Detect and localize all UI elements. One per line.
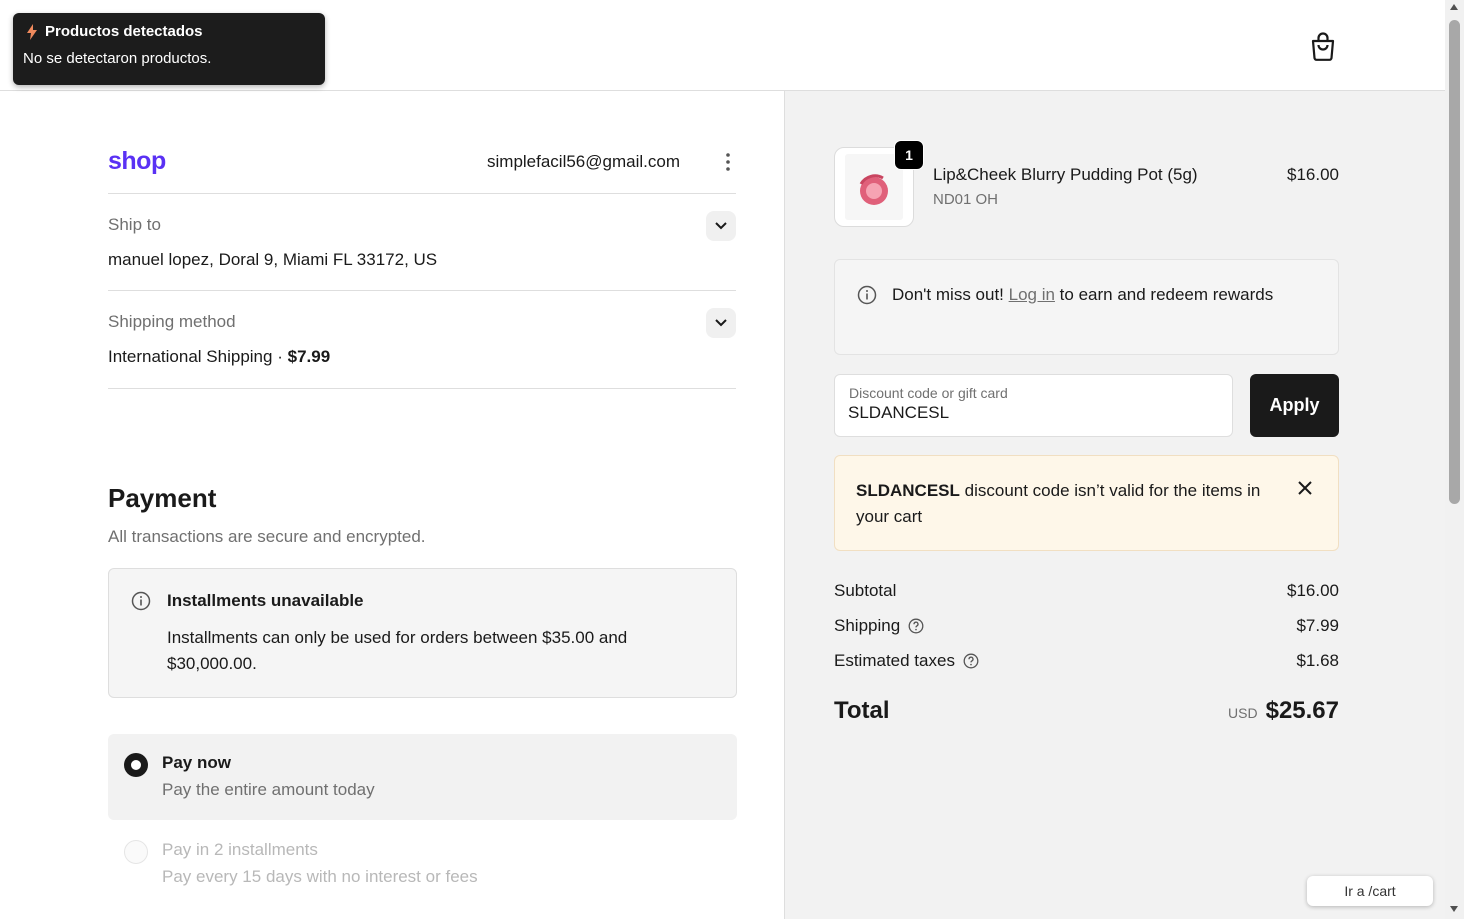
product-price: $16.00 [1287, 165, 1339, 184]
apply-discount-button[interactable]: Apply [1250, 374, 1339, 437]
option-subtitle: Pay the entire amount today [162, 780, 375, 799]
rewards-banner: Don't miss out! Log in to earn and redee… [834, 259, 1339, 355]
divider [108, 290, 736, 291]
info-icon [131, 591, 151, 611]
divider [108, 388, 736, 389]
subtotal-label: Subtotal [834, 581, 896, 601]
rewards-prefix: Don't miss out! [892, 285, 1009, 304]
shipping-method-name: International Shipping [108, 347, 273, 366]
shipping-label-text: Shipping [834, 616, 901, 635]
login-link[interactable]: Log in [1009, 285, 1055, 304]
ship-to-address: manuel lopez, Doral 9, Miami FL 33172, U… [108, 250, 438, 269]
products-detected-toast: Productos detectados No se detectaron pr… [13, 13, 325, 85]
toast-title: Productos detectados [27, 23, 315, 40]
toast-message: No se detectaron productos. [23, 50, 212, 67]
vertical-scrollbar[interactable] [1445, 0, 1464, 919]
taxes-label-text: Estimated taxes [834, 651, 955, 670]
discount-field-label: Discount code or gift card [849, 385, 1008, 401]
help-icon[interactable] [963, 653, 979, 669]
payment-option-pay-now[interactable]: Pay now Pay the entire amount today [108, 734, 737, 820]
total-value: USD $25.67 [1228, 697, 1339, 725]
option-title: Pay now [162, 753, 231, 772]
product-variant: ND01 OH [933, 191, 999, 208]
invalid-code: SLDANCESL [856, 481, 960, 500]
scrollbar-thumb[interactable] [1449, 20, 1460, 504]
help-icon[interactable] [908, 618, 924, 634]
total-amount: $25.67 [1265, 697, 1339, 724]
cart-button[interactable] [1309, 31, 1337, 61]
info-icon [857, 285, 877, 305]
installments-notice-title: Installments unavailable [167, 591, 364, 610]
chevron-down-icon [715, 222, 727, 230]
shipping-method-label: Shipping method [108, 312, 236, 331]
quantity-badge: 1 [894, 140, 924, 170]
installments-notice-text: Installments can only be used for orders… [167, 628, 628, 673]
separator: · [277, 347, 283, 366]
order-summary: 1 Lip&Cheek Blurry Pudding Pot (5g) ND01… [784, 91, 1446, 919]
discount-error-text: SLDANCESL discount code isn’t valid for … [856, 478, 1276, 530]
toast-title-text: Productos detectados [45, 23, 203, 40]
product-name: Lip&Cheek Blurry Pudding Pot (5g) [933, 165, 1198, 184]
shipping-method-expand-button[interactable] [706, 308, 736, 338]
total-label: Total [834, 697, 890, 724]
shop-logo[interactable]: shop [108, 147, 166, 176]
discount-field[interactable]: Discount code or gift card [834, 374, 1233, 437]
more-vertical-icon [726, 153, 730, 171]
divider [108, 193, 736, 194]
account-menu-button[interactable] [720, 152, 736, 172]
close-icon[interactable] [1295, 478, 1315, 498]
payment-option-installments: Pay in 2 installments Pay every 15 days … [108, 821, 737, 921]
taxes-label: Estimated taxes [834, 651, 979, 671]
subtotal-value: $16.00 [1287, 581, 1339, 600]
shipping-value: $7.99 [1296, 616, 1339, 635]
radio-selected[interactable] [124, 753, 148, 777]
subtotal-label-text: Subtotal [834, 581, 897, 600]
taxes-value: $1.68 [1296, 651, 1339, 670]
rewards-suffix: to earn and redeem rewards [1054, 285, 1274, 304]
scroll-up-arrow-icon[interactable] [1450, 4, 1458, 10]
ship-to-expand-button[interactable] [706, 211, 736, 241]
payment-subtitle: All transactions are secure and encrypte… [108, 527, 426, 546]
shipping-method-value: International Shipping · $7.99 [108, 347, 330, 367]
discount-code-input[interactable] [848, 403, 1208, 423]
chevron-down-icon [715, 319, 727, 327]
lightning-icon [27, 23, 37, 40]
radio-disabled [124, 840, 148, 864]
shopping-bag-icon [1311, 32, 1335, 61]
option-subtitle: Pay every 15 days with no interest or fe… [162, 867, 478, 886]
rewards-text: Don't miss out! Log in to earn and redee… [892, 282, 1312, 308]
discount-error-alert: SLDANCESL discount code isn’t valid for … [834, 455, 1339, 551]
shipping-method-price: $7.99 [287, 347, 331, 366]
go-to-cart-button[interactable]: Ir a /cart [1307, 876, 1433, 906]
ship-to-label: Ship to [108, 215, 161, 234]
scroll-down-arrow-icon[interactable] [1450, 906, 1458, 912]
option-title: Pay in 2 installments [162, 840, 318, 859]
checkout-main: shop simplefacil56@gmail.com Ship to man… [0, 91, 784, 919]
total-currency: USD [1228, 705, 1258, 721]
payment-title: Payment [108, 483, 217, 513]
shipping-label: Shipping [834, 616, 924, 636]
account-email: simplefacil56@gmail.com [487, 152, 680, 171]
installments-unavailable-notice: Installments unavailable Installments ca… [108, 568, 737, 698]
